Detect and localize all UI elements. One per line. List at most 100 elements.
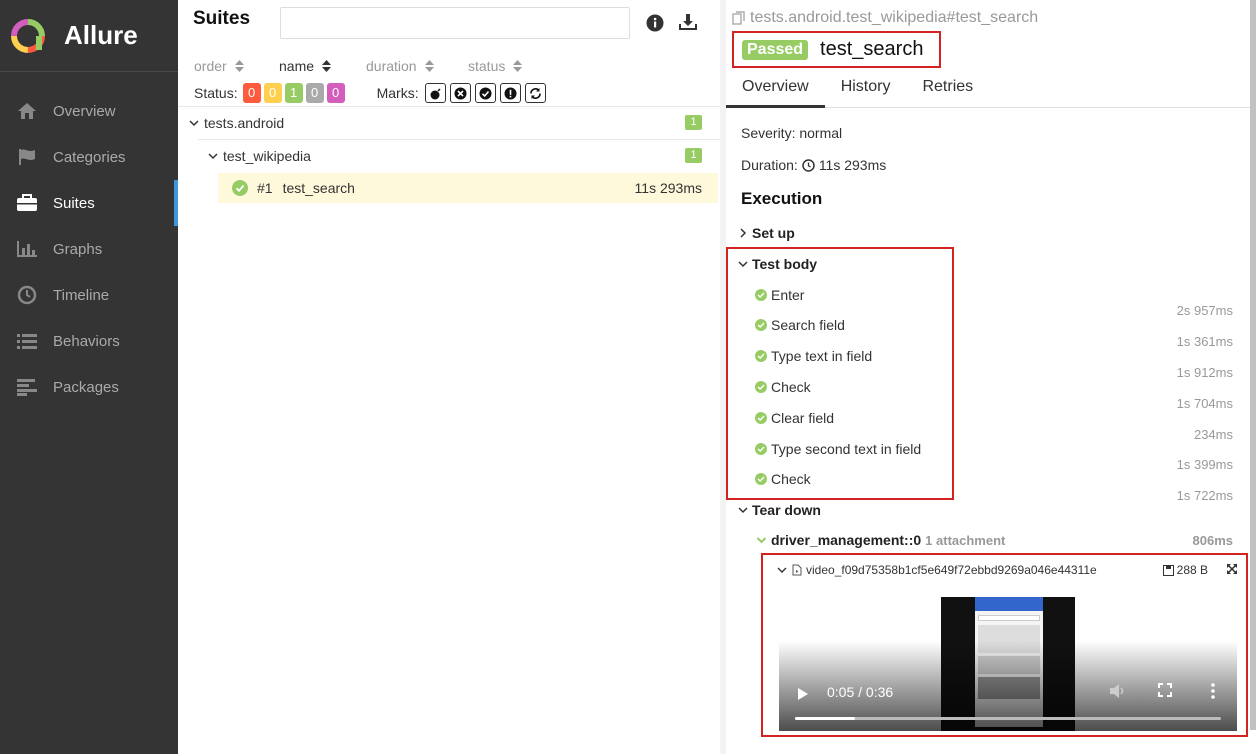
suites-pane: Suites order name duration status Status… <box>178 0 720 754</box>
sidebar-item-timeline[interactable]: Timeline <box>0 272 178 318</box>
attachment-header[interactable]: video_f09d75358b1cf5e649f72ebbd9269a046e… <box>777 563 1097 577</box>
sort-name[interactable]: name <box>279 58 366 74</box>
sidebar-item-graphs[interactable]: Graphs <box>0 226 178 272</box>
check-circle-icon <box>755 473 767 485</box>
search-input[interactable] <box>280 7 630 39</box>
step-name: Check <box>771 379 811 395</box>
step-name: Type second text in field <box>771 441 922 457</box>
volume-icon[interactable] <box>1109 683 1127 699</box>
allure-logo-icon <box>11 18 45 53</box>
fixture-row[interactable]: driver_management::0 1 attachment <box>756 532 1005 548</box>
step-row[interactable]: Check <box>755 471 811 487</box>
breadcrumb: tests.android.test_wikipedia#test_search <box>732 9 1038 27</box>
sort-order[interactable]: order <box>194 58 279 74</box>
severity-label: Severity: <box>741 125 796 141</box>
tab-retries[interactable]: Retries <box>906 72 989 108</box>
status-failed-toggle[interactable]: 0 <box>242 83 261 103</box>
fixture-name: driver_management::0 <box>771 532 922 548</box>
step-row[interactable]: Clear field <box>755 410 834 426</box>
new-passed-mark-toggle[interactable] <box>474 83 496 103</box>
suite-count-badge: 1 <box>685 115 702 130</box>
test-duration: 11s 293ms <box>634 180 702 196</box>
attachment-name: video_f09d75358b1cf5e649f72ebbd9269a046e… <box>806 563 1097 577</box>
chevron-down-icon <box>736 502 750 518</box>
video-progress[interactable] <box>795 717 1221 720</box>
video-player[interactable]: 0:05 / 0:36 <box>779 597 1237 731</box>
file-video-icon <box>792 564 802 576</box>
clock-icon <box>802 158 815 172</box>
step-name: Check <box>771 471 811 487</box>
expand-icon[interactable] <box>1226 563 1238 575</box>
sort-duration[interactable]: duration <box>366 58 468 74</box>
info-icon[interactable] <box>646 14 664 32</box>
scrollbar[interactable] <box>1250 0 1256 730</box>
tree-suite-row[interactable]: tests.android 1 <box>178 107 718 138</box>
status-unknown-toggle[interactable]: 0 <box>326 83 345 103</box>
subsuite-count-badge: 1 <box>685 148 702 163</box>
sidebar-item-packages[interactable]: Packages <box>0 364 178 410</box>
sidebar-item-label: Graphs <box>53 240 103 258</box>
test-body-label: Test body <box>752 256 818 272</box>
step-name: Enter <box>771 287 805 303</box>
check-circle-icon <box>479 87 492 99</box>
step-time: 2s 957ms <box>1176 303 1233 318</box>
test-index: #1 <box>257 180 273 196</box>
test-body-highlight <box>726 247 954 500</box>
status-skipped-toggle[interactable]: 0 <box>305 83 324 103</box>
sidebar-item-categories[interactable]: Categories <box>0 134 178 180</box>
step-row[interactable]: Type second text in field <box>755 441 921 457</box>
copy-icon[interactable] <box>732 11 746 25</box>
fullscreen-icon[interactable] <box>1158 683 1172 697</box>
sidebar-item-overview[interactable]: Overview <box>0 88 178 134</box>
check-circle-icon <box>232 180 248 196</box>
teardown-section[interactable]: Tear down <box>736 502 821 518</box>
attachment-panel: video_f09d75358b1cf5e649f72ebbd9269a046e… <box>761 553 1248 737</box>
tab-overview[interactable]: Overview <box>726 72 825 108</box>
duration-label: Duration: <box>741 157 798 173</box>
execution-heading: Execution <box>741 189 823 208</box>
new-failed-mark-toggle[interactable] <box>449 83 471 103</box>
step-row[interactable]: Check <box>755 379 811 395</box>
status-badge: Passed <box>742 39 809 60</box>
sidebar-item-label: Categories <box>53 148 126 166</box>
sidebar-item-behaviors[interactable]: Behaviors <box>0 318 178 364</box>
check-circle-icon <box>755 350 767 362</box>
save-icon <box>1162 564 1174 576</box>
tree-subsuite-row[interactable]: test_wikipedia 1 <box>178 140 718 171</box>
step-time: 1s 361ms <box>1176 334 1233 349</box>
sidebar-item-label: Timeline <box>53 286 110 304</box>
status-passed-toggle[interactable]: 1 <box>284 83 303 103</box>
setup-section[interactable]: Set up <box>736 225 795 241</box>
duration-line: Duration: 11s 293ms <box>741 157 886 173</box>
download-icon[interactable] <box>678 12 698 32</box>
fixture-attachments: 1 attachment <box>925 532 1006 548</box>
testcase-pane: tests.android.test_wikipedia#test_search… <box>726 0 1256 754</box>
breadcrumb-text: tests.android.test_wikipedia#test_search <box>750 9 1039 26</box>
retries-mark-toggle[interactable] <box>524 83 546 103</box>
status-broken-toggle[interactable]: 0 <box>263 83 282 103</box>
play-icon[interactable] <box>797 687 809 701</box>
new-broken-mark-toggle[interactable] <box>499 83 521 103</box>
step-time: 234ms <box>1193 427 1233 442</box>
check-circle-icon <box>755 412 767 424</box>
flaky-mark-toggle[interactable] <box>424 83 446 103</box>
filter-controls: Status: 0 0 1 0 0 Marks: <box>194 83 546 103</box>
flag-icon <box>16 146 38 168</box>
sidebar-item-label: Suites <box>53 194 95 212</box>
step-row[interactable]: Search field <box>755 317 845 333</box>
step-row[interactable]: Type text in field <box>755 348 872 364</box>
check-circle-icon <box>755 289 767 301</box>
test-body-section[interactable]: Test body <box>736 256 817 272</box>
fixture-time: 806ms <box>1192 533 1233 548</box>
step-row[interactable]: Enter <box>755 287 804 303</box>
tab-history[interactable]: History <box>825 72 907 108</box>
check-circle-icon <box>755 319 767 331</box>
list-icon <box>16 330 38 352</box>
sidebar-item-suites[interactable]: Suites <box>0 180 178 226</box>
more-options-icon[interactable] <box>1211 683 1215 699</box>
subsuite-name: test_wikipedia <box>223 147 311 164</box>
video-progress-fill <box>795 717 855 720</box>
align-left-icon <box>16 376 38 398</box>
sort-status[interactable]: status <box>468 58 523 74</box>
test-case-row[interactable]: #1 test_search 11s 293ms <box>218 173 718 203</box>
